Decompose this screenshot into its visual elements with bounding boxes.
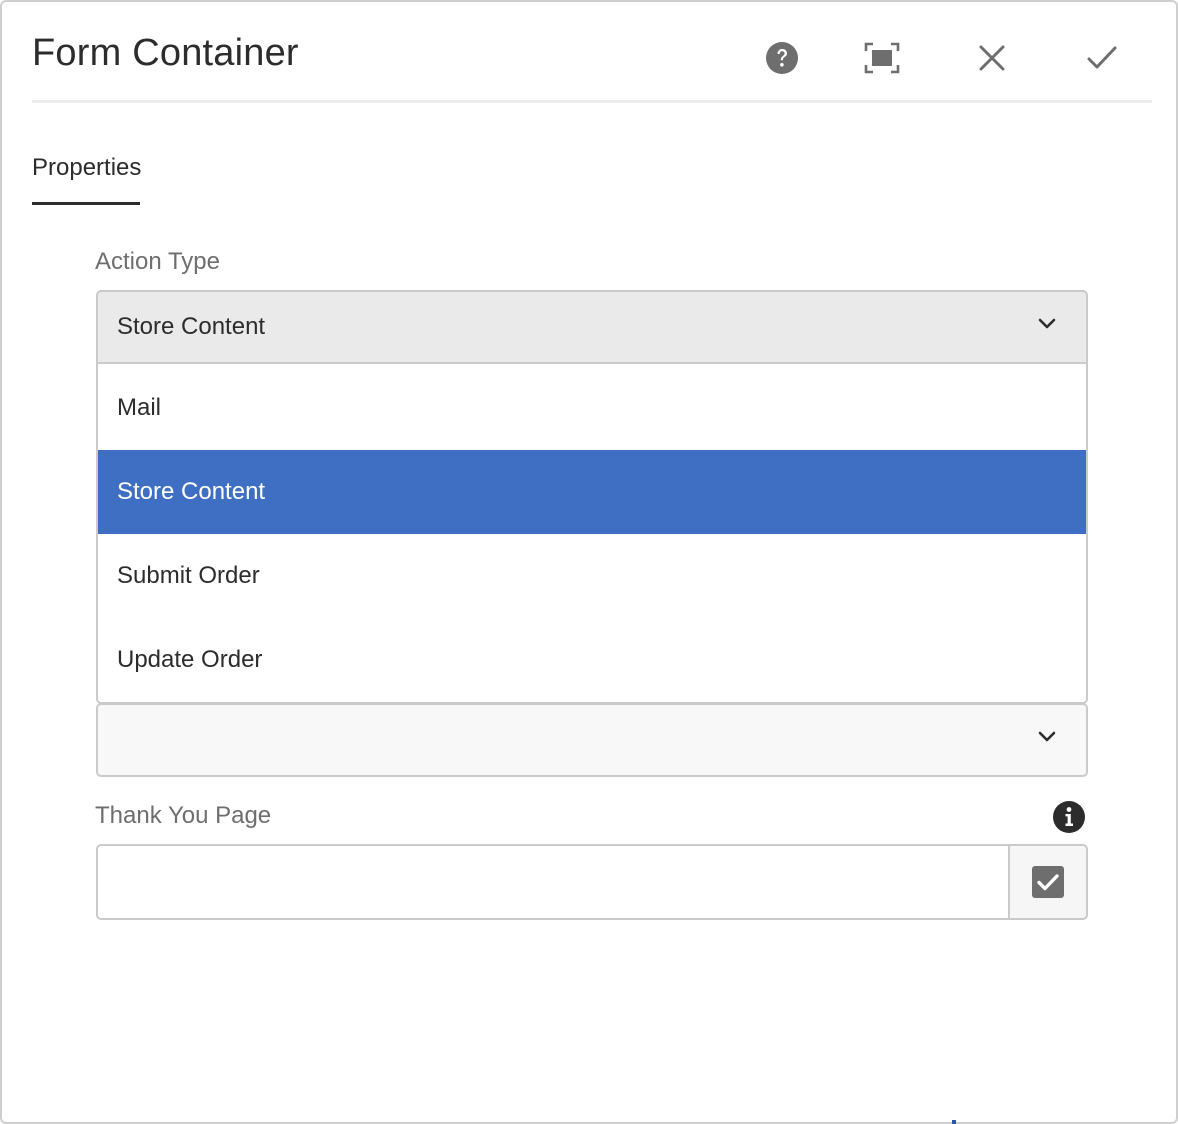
form-container-dialog: Form Container Properties Action Type St… (0, 0, 1178, 1124)
dialog-title: Form Container (32, 32, 299, 74)
help-circle-icon (766, 42, 798, 74)
done-button[interactable] (1074, 32, 1130, 84)
close-icon (979, 45, 1005, 71)
dropdown-option-mail[interactable]: Mail (98, 366, 1086, 450)
cursor-artifact (952, 1120, 956, 1124)
chevron-down-icon (1038, 318, 1056, 329)
action-type-label: Action Type (95, 248, 220, 275)
active-tab-indicator (32, 202, 140, 205)
action-type-select[interactable]: Store Content (96, 290, 1088, 364)
chevron-down-icon (1038, 731, 1056, 742)
action-type-selected-value: Store Content (117, 313, 266, 340)
secondary-select[interactable] (96, 703, 1088, 777)
help-button[interactable] (754, 32, 810, 84)
dropdown-option-submit-order[interactable]: Submit Order (98, 534, 1086, 618)
checkmark-icon (1087, 46, 1117, 69)
dropdown-option-update-order[interactable]: Update Order (98, 618, 1086, 702)
tab-properties[interactable]: Properties (32, 154, 141, 182)
checkbox-check-icon (1032, 866, 1064, 898)
fullscreen-button[interactable] (854, 32, 910, 84)
header-divider (32, 100, 1152, 103)
info-button[interactable] (1052, 800, 1086, 834)
fullscreen-icon (864, 42, 900, 74)
thank-you-page-input[interactable] (96, 844, 1010, 920)
action-type-dropdown-list: Mail Store Content Submit Order Update O… (96, 364, 1088, 704)
info-icon (1053, 801, 1085, 833)
thank-you-page-label: Thank You Page (95, 802, 272, 829)
close-button[interactable] (964, 32, 1020, 84)
path-picker-button[interactable] (1008, 844, 1088, 920)
dropdown-option-store-content[interactable]: Store Content (98, 450, 1086, 534)
